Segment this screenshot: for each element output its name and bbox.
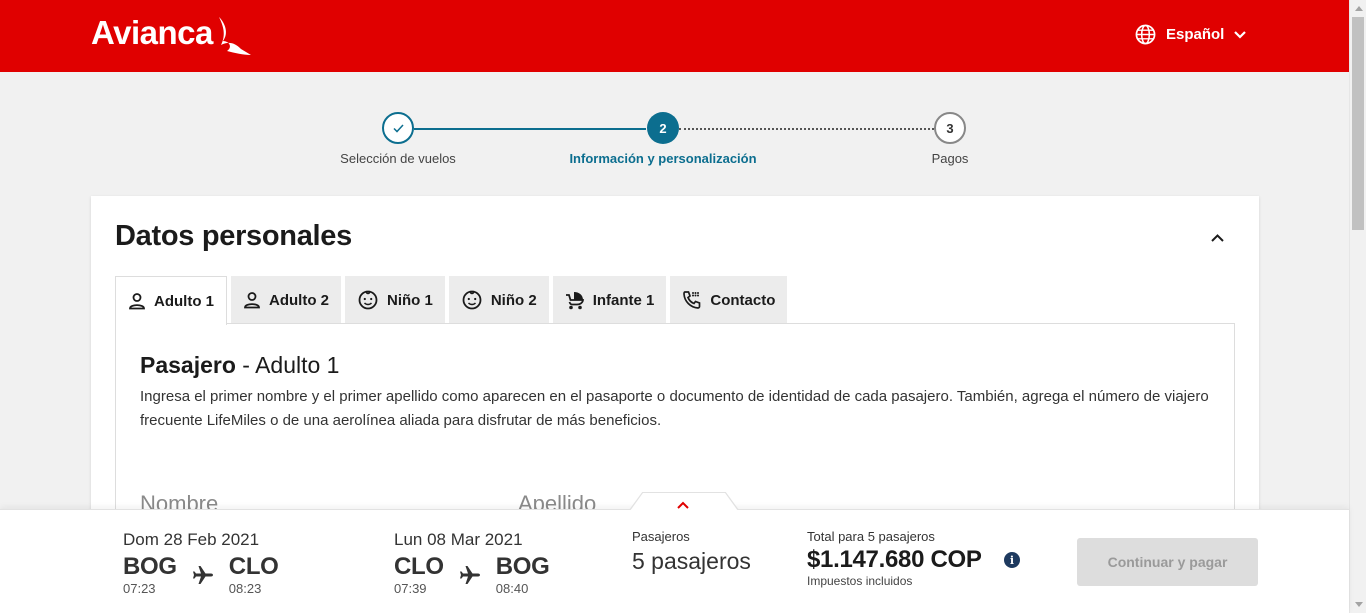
chevron-down-icon xyxy=(1234,30,1247,39)
step-2-label: Información y personalización xyxy=(569,151,757,166)
language-label: Español xyxy=(1166,26,1225,43)
chevron-up-icon[interactable] xyxy=(676,500,690,510)
globe-icon xyxy=(1135,24,1156,45)
total-price: $1.147.680 COP xyxy=(807,546,982,573)
tab-label: Niño 1 xyxy=(387,291,433,309)
tab-adulto-2[interactable]: Adulto 2 xyxy=(231,276,341,324)
outbound-flight-summary: Dom 28 Feb 2021 BOG 07:23 CLO 08:23 xyxy=(123,530,279,596)
continue-and-pay-button[interactable]: Continuar y pagar xyxy=(1077,538,1258,586)
step-1-label: Selección de vuelos xyxy=(340,151,456,166)
tab-contacto[interactable]: Contacto xyxy=(670,276,788,324)
stepper-line-pending xyxy=(679,128,934,130)
scroll-down-arrow[interactable] xyxy=(1350,596,1366,613)
outbound-destination-code: CLO xyxy=(228,553,279,580)
tab-infante-1[interactable]: Infante 1 xyxy=(552,276,667,324)
tab-label: Niño 2 xyxy=(490,291,537,309)
section-title: Datos personales xyxy=(115,220,352,252)
page-scrollbar[interactable] xyxy=(1349,0,1366,613)
return-flight-summary: Lun 08 Mar 2021 CLO 07:39 BOG 08:40 xyxy=(394,530,550,596)
child-face-icon xyxy=(462,290,482,310)
total-price-summary: Total para 5 pasajeros $1.147.680 COP Im… xyxy=(807,529,982,588)
passengers-label: Pasajeros xyxy=(632,529,690,544)
info-icon[interactable]: i xyxy=(1004,552,1020,568)
outbound-origin-code: BOG xyxy=(123,553,177,580)
collapse-section-button[interactable] xyxy=(1207,230,1227,246)
person-icon xyxy=(244,292,260,309)
total-label: Total para 5 pasajeros xyxy=(807,529,935,544)
outbound-arrival-time: 08:23 xyxy=(228,581,262,596)
tab-adulto-1[interactable]: Adulto 1 xyxy=(115,276,227,325)
child-face-icon xyxy=(358,290,378,310)
step-3-circle: 3 xyxy=(934,112,966,144)
phone-icon xyxy=(683,291,701,309)
stroller-icon xyxy=(565,292,584,310)
tab-label: Adulto 2 xyxy=(269,291,329,309)
top-header: Avianca Español xyxy=(0,0,1349,72)
passenger-title-bold: Pasajero xyxy=(140,352,236,378)
airplane-icon xyxy=(459,566,480,584)
tab-nino-2[interactable]: Niño 2 xyxy=(448,276,549,324)
passenger-tabs: Adulto 1 Adulto 2 Niño 1 Niño 2 Infante … xyxy=(115,276,788,325)
passengers-count: 5 pasajeros xyxy=(632,548,751,574)
outbound-date: Dom 28 Feb 2021 xyxy=(123,530,260,549)
language-selector[interactable]: Español xyxy=(1135,24,1247,45)
avianca-logo[interactable]: Avianca xyxy=(91,14,253,57)
stepper-line-completed xyxy=(414,128,646,130)
passenger-title-rest: - Adulto 1 xyxy=(235,352,340,378)
step-3-label: Pagos xyxy=(931,151,969,166)
return-origin-code: CLO xyxy=(394,553,444,580)
step-1-check-icon xyxy=(382,112,414,144)
step-2-circle: 2 xyxy=(647,112,679,144)
avianca-bird-icon xyxy=(218,17,251,55)
tab-label: Contacto xyxy=(710,291,776,309)
return-destination-code: BOG xyxy=(495,553,550,580)
airplane-icon xyxy=(192,566,213,584)
tab-label: Infante 1 xyxy=(592,291,655,309)
brand-name: Avianca xyxy=(91,14,213,51)
return-departure-time: 07:39 xyxy=(394,581,427,596)
return-date: Lun 08 Mar 2021 xyxy=(394,530,523,549)
passenger-title: Pasajero - Adulto 1 xyxy=(140,352,339,379)
outbound-departure-time: 07:23 xyxy=(123,581,156,596)
tab-nino-1[interactable]: Niño 1 xyxy=(345,276,445,324)
person-icon xyxy=(129,293,145,310)
scroll-up-arrow[interactable] xyxy=(1350,0,1366,17)
chevron-up-icon xyxy=(1210,234,1224,242)
passenger-instructions: Ingresa el primer nombre y el primer ape… xyxy=(140,388,1209,429)
tab-label: Adulto 1 xyxy=(154,292,214,310)
scroll-thumb[interactable] xyxy=(1352,17,1364,230)
taxes-note: Impuestos incluidos xyxy=(807,574,913,588)
passengers-summary: Pasajeros 5 pasajeros xyxy=(632,529,751,575)
return-arrival-time: 08:40 xyxy=(495,581,529,596)
